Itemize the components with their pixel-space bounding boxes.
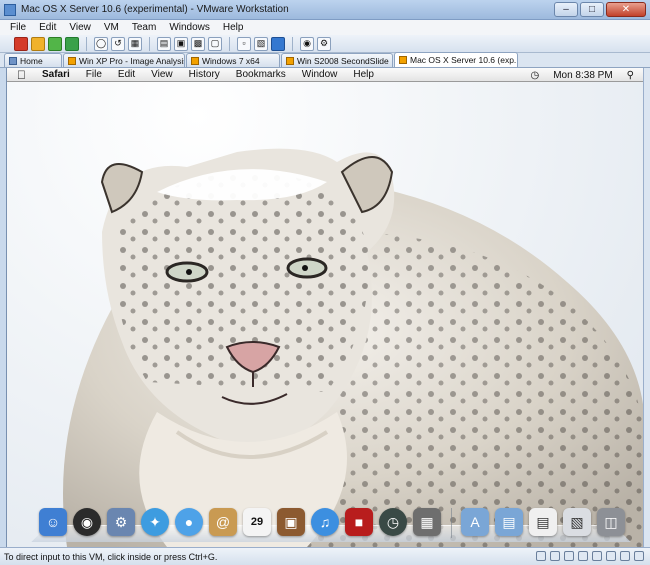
time-machine-dock-icon[interactable]: ◷	[379, 508, 407, 536]
applications-folder-icon[interactable]: A	[461, 508, 489, 536]
itunes-icon[interactable]: ♫	[311, 508, 339, 536]
toolbar-separator	[229, 36, 230, 51]
menu-view[interactable]: View	[69, 22, 91, 33]
menu-file[interactable]: File	[10, 22, 26, 33]
console-edge	[643, 68, 650, 547]
preview-icon[interactable]: ▣	[277, 508, 305, 536]
bluetooth-icon[interactable]	[620, 551, 630, 561]
window-controls: – □ ✕	[554, 2, 646, 17]
reset-icon[interactable]	[65, 36, 79, 51]
downloads-stack-icon[interactable]: ▧	[563, 508, 591, 536]
device-icons	[536, 551, 644, 561]
console-view-icon[interactable]: ▢	[208, 36, 222, 51]
vm-tabs: Home Win XP Pro - Image Analysis 10 Wind…	[0, 52, 650, 68]
minimize-button[interactable]: –	[554, 2, 578, 17]
finder-icon[interactable]: ☺	[39, 508, 67, 536]
message-icon[interactable]	[634, 551, 644, 561]
dashboard-icon[interactable]: ◉	[73, 508, 101, 536]
network-icon[interactable]	[578, 551, 588, 561]
cd-rom-icon[interactable]	[550, 551, 560, 561]
quick-switch-icon[interactable]: ▣	[174, 36, 188, 51]
snow-leopard-wallpaper	[63, 148, 643, 547]
mac-menu-file[interactable]: File	[86, 69, 102, 80]
menu-edit[interactable]: Edit	[39, 22, 56, 33]
tab-label: Win S2008 SecondSlide	[297, 55, 389, 66]
mac-menu-bookmarks[interactable]: Bookmarks	[236, 69, 286, 80]
mac-menubar:  Safari File Edit View History Bookmark…	[7, 68, 643, 82]
trash-icon[interactable]: ◫	[597, 508, 625, 536]
safari-icon[interactable]: ✦	[141, 508, 169, 536]
tab-mac-os-x[interactable]: Mac OS X Server 10.6 (exp... ✕	[394, 52, 518, 67]
status-text: To direct input to this VM, click inside…	[4, 551, 218, 562]
full-screen-icon[interactable]: ▫	[237, 36, 251, 51]
window-titlebar[interactable]: Mac OS X Server 10.6 (experimental) - VM…	[0, 0, 650, 20]
tab-windows-7[interactable]: Windows 7 x64	[186, 53, 280, 67]
menu-windows[interactable]: Windows	[169, 22, 210, 33]
show-sidebar-icon[interactable]: ▤	[157, 36, 171, 51]
mac-menu-history[interactable]: History	[189, 69, 220, 80]
home-icon	[9, 56, 17, 65]
server-admin-icon[interactable]: ▦	[413, 508, 441, 536]
tab-label: Mac OS X Server 10.6 (exp...	[410, 55, 518, 65]
settings-gear-icon[interactable]: ⚙	[317, 36, 331, 51]
time-machine-icon[interactable]: ◷	[530, 70, 539, 81]
vm-icon	[191, 56, 199, 65]
power-on-icon[interactable]	[48, 36, 62, 51]
toolbar-separator	[86, 36, 87, 51]
vmware-app-icon	[4, 3, 16, 16]
menu-help[interactable]: Help	[223, 22, 244, 33]
apple-menu-icon[interactable]: 	[17, 69, 26, 81]
power-off-icon[interactable]	[14, 36, 28, 51]
mac-menu-help[interactable]: Help	[353, 69, 374, 80]
spotlight-search-icon[interactable]: ⚲	[627, 70, 634, 81]
toolbar-separator	[149, 36, 150, 51]
hard-disk-icon[interactable]	[536, 551, 546, 561]
menu-vm[interactable]: VM	[104, 22, 119, 33]
address-book-icon[interactable]: @	[209, 508, 237, 536]
menu-team[interactable]: Team	[132, 22, 156, 33]
thumbnail-icon[interactable]: ▩	[191, 36, 205, 51]
revert-snapshot-icon[interactable]: ↺	[111, 36, 125, 51]
main-toolbar: ◯ ↺ ▦ ▤ ▣ ▩ ▢ ▫ ▧ ◉ ⚙	[0, 35, 650, 53]
system-preferences-icon[interactable]: ⚙	[107, 508, 135, 536]
suspend-icon[interactable]	[31, 36, 45, 51]
window-title: Mac OS X Server 10.6 (experimental) - VM…	[21, 4, 289, 15]
vm-icon	[286, 56, 294, 65]
maximize-button[interactable]: □	[580, 2, 604, 17]
toolbar-separator	[292, 36, 293, 51]
usb-icon[interactable]	[592, 551, 602, 561]
app-menubar: File Edit View VM Team Windows Help	[0, 20, 650, 35]
floppy-icon[interactable]	[564, 551, 574, 561]
sound-icon[interactable]	[606, 551, 616, 561]
photo-booth-icon[interactable]: ■	[345, 508, 373, 536]
mac-dock: ☺ ◉ ⚙ ✦ ● @ 29 ▣ ♫ ■ ◷ ▦ A ▤ ▤ ▧ ◫	[31, 504, 631, 542]
tab-win-xp[interactable]: Win XP Pro - Image Analysis 10	[63, 53, 185, 67]
snapshot-manager-icon[interactable]: ▦	[128, 36, 142, 51]
record-icon[interactable]: ◉	[300, 36, 314, 51]
ical-icon[interactable]: 29	[243, 508, 271, 536]
tab-label: Win XP Pro - Image Analysis 10	[79, 55, 185, 66]
vm-icon	[399, 56, 407, 64]
vm-console[interactable]:  Safari File Edit View History Bookmark…	[6, 68, 643, 547]
tab-label: Windows 7 x64	[202, 55, 260, 66]
fit-guest-icon[interactable]	[271, 36, 285, 51]
tab-win-s2008[interactable]: Win S2008 SecondSlide	[281, 53, 393, 67]
documents-folder-icon[interactable]: ▤	[495, 508, 523, 536]
vm-icon	[68, 56, 76, 65]
tab-label: Home	[20, 55, 43, 66]
snapshot-icon[interactable]: ◯	[94, 36, 108, 51]
tab-home[interactable]: Home	[4, 53, 62, 67]
document-stack-icon[interactable]: ▤	[529, 508, 557, 536]
mac-menubar-extras: ◷ Mon 8:38 PM ⚲	[530, 68, 634, 82]
mac-menu-window[interactable]: Window	[302, 69, 338, 80]
mac-menu-view[interactable]: View	[151, 69, 173, 80]
close-button[interactable]: ✕	[606, 2, 646, 17]
ichat-icon[interactable]: ●	[175, 508, 203, 536]
mac-menu-edit[interactable]: Edit	[118, 69, 135, 80]
dock-separator	[451, 508, 452, 538]
clock[interactable]: Mon 8:38 PM	[553, 70, 612, 81]
mac-app-name[interactable]: Safari	[42, 69, 70, 80]
status-bar: To direct input to this VM, click inside…	[0, 547, 650, 565]
unity-icon[interactable]: ▧	[254, 36, 268, 51]
